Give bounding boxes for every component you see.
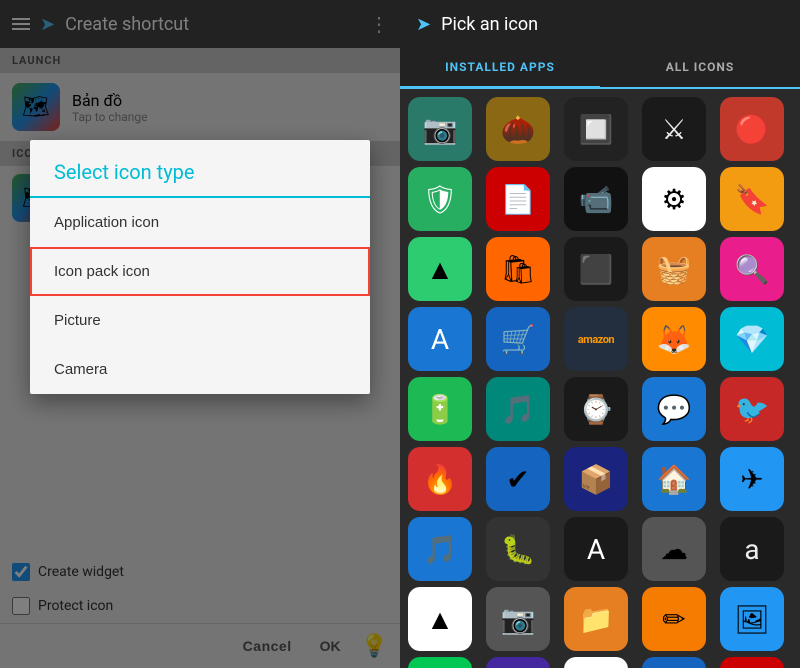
app-icon-cell[interactable]: 📷: [486, 587, 550, 651]
left-panel: ➤ Create shortcut ⋮ LAUNCH 🗺 Bản đồ Tap …: [0, 0, 400, 668]
app-icon-cell[interactable]: 💎: [720, 307, 784, 371]
app-icon-cell[interactable]: 🔍: [720, 237, 784, 301]
app-icon-cell[interactable]: 🧺: [642, 237, 706, 301]
app-icon-cell[interactable]: ⚾: [720, 657, 784, 668]
pick-title: Pick an icon: [441, 14, 784, 35]
app-icon-cell[interactable]: 🔖: [720, 167, 784, 231]
app-icon-cell[interactable]: 🛍: [486, 237, 550, 301]
app-icon-cell[interactable]: A: [408, 307, 472, 371]
right-header: ➤ Pick an icon: [400, 0, 800, 48]
icon-type-dialog: Select icon type Application icon Icon p…: [30, 140, 370, 394]
app-icon-cell[interactable]: 💬: [486, 657, 550, 668]
app-icon-cell[interactable]: ☁: [642, 517, 706, 581]
app-icon-cell[interactable]: 🛡: [408, 167, 472, 231]
app-icon-cell[interactable]: ▲: [408, 237, 472, 301]
pick-arrow-icon: ➤: [416, 14, 431, 35]
tabs-row: INSTALLED APPS ALL ICONS: [400, 48, 800, 89]
app-icon-cell[interactable]: 🐛: [486, 517, 550, 581]
app-icon-cell[interactable]: 🗺: [564, 657, 628, 668]
app-icon-cell[interactable]: ⌚: [564, 377, 628, 441]
app-icon-cell[interactable]: 📄: [486, 167, 550, 231]
camera-option[interactable]: Camera: [30, 345, 370, 394]
app-icon-cell[interactable]: 🦊: [642, 307, 706, 371]
app-icon-cell[interactable]: ☁: [642, 657, 706, 668]
app-icon-cell[interactable]: 🎵: [408, 517, 472, 581]
dialog-overlay: Select icon type Application icon Icon p…: [0, 0, 400, 668]
app-icon-cell[interactable]: 🔋: [408, 377, 472, 441]
app-icon-cell[interactable]: 🌰: [486, 97, 550, 161]
app-icon-cell[interactable]: 💬: [642, 377, 706, 441]
app-icon-cell[interactable]: ✔: [486, 447, 550, 511]
tab-installed-apps[interactable]: INSTALLED APPS: [400, 48, 600, 89]
picture-option[interactable]: Picture: [30, 296, 370, 345]
app-icon-cell[interactable]: 📦: [564, 447, 628, 511]
app-icon-cell[interactable]: ▲: [408, 587, 472, 651]
dialog-title: Select icon type: [30, 140, 370, 198]
app-icon-cell[interactable]: 🎵: [486, 377, 550, 441]
application-icon-option[interactable]: Application icon: [30, 198, 370, 247]
tab-all-icons[interactable]: ALL ICONS: [600, 48, 800, 87]
app-icon-cell[interactable]: 🐦: [720, 377, 784, 441]
icons-grid: 📷🌰🔲⚔🔴🛡📄📹⚙🔖▲🛍⬛🧺🔍A🛒amazon🦊💎🔋🎵⌚💬🐦🔥✔📦🏠✈🎵🐛A☁a…: [400, 89, 800, 668]
app-icon-cell[interactable]: amazon: [564, 307, 628, 371]
app-icon-cell[interactable]: 🛒: [486, 307, 550, 371]
app-icon-cell[interactable]: ✏: [642, 587, 706, 651]
app-icon-cell[interactable]: 📁: [564, 587, 628, 651]
app-icon-cell[interactable]: A: [564, 517, 628, 581]
app-icon-cell[interactable]: ⚔: [642, 97, 706, 161]
right-panel: ➤ Pick an icon INSTALLED APPS ALL ICONS …: [400, 0, 800, 668]
app-icon-cell[interactable]: 🔴: [720, 97, 784, 161]
app-icon-cell[interactable]: 🎵: [408, 657, 472, 668]
app-icon-cell[interactable]: 📷: [408, 97, 472, 161]
app-icon-cell[interactable]: 🖼: [720, 587, 784, 651]
icon-pack-icon-option[interactable]: Icon pack icon: [30, 247, 370, 296]
app-icon-cell[interactable]: ⚙: [642, 167, 706, 231]
app-icon-cell[interactable]: ✈: [720, 447, 784, 511]
app-icon-cell[interactable]: 🏠: [642, 447, 706, 511]
app-icon-cell[interactable]: ⬛: [564, 237, 628, 301]
app-icon-cell[interactable]: 📹: [564, 167, 628, 231]
app-icon-cell[interactable]: 🔲: [564, 97, 628, 161]
app-icon-cell[interactable]: a: [720, 517, 784, 581]
app-icon-cell[interactable]: 🔥: [408, 447, 472, 511]
